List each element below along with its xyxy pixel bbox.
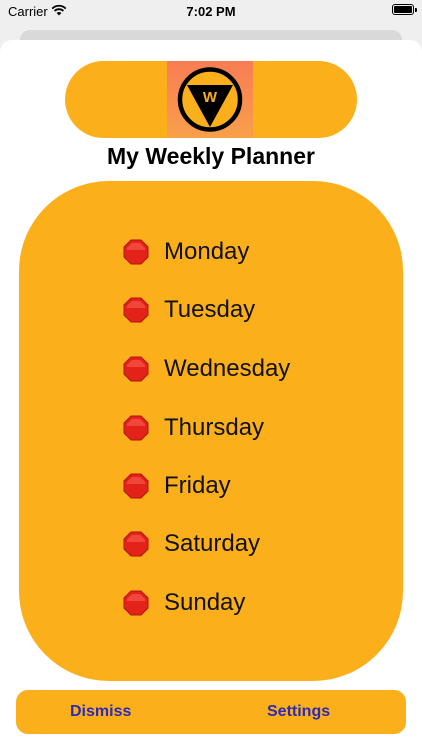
stop-sign-icon xyxy=(123,297,149,323)
stop-sign-icon xyxy=(123,415,149,441)
day-item-monday[interactable]: Monday xyxy=(123,235,249,269)
logo-letter: W xyxy=(203,89,218,106)
day-label: Tuesday xyxy=(164,296,256,323)
stop-sign-icon xyxy=(123,590,149,616)
day-label: Wednesday xyxy=(164,355,291,382)
stop-sign-icon xyxy=(123,239,149,265)
day-label: Sunday xyxy=(164,589,246,616)
page-title: My Weekly Planner xyxy=(107,143,315,169)
day-item-sunday[interactable]: Sunday xyxy=(123,586,245,620)
day-item-tuesday[interactable]: Tuesday xyxy=(123,293,255,327)
pennant-w-logo-icon: W xyxy=(177,67,243,132)
stop-sign-icon xyxy=(123,356,149,382)
day-item-thursday[interactable]: Thursday xyxy=(123,411,264,445)
status-time: 7:02 PM xyxy=(186,4,236,19)
stop-sign-icon xyxy=(123,531,149,557)
day-item-wednesday[interactable]: Wednesday xyxy=(123,352,290,386)
day-label: Thursday xyxy=(164,414,265,441)
stop-sign-icon xyxy=(123,473,149,499)
day-item-saturday[interactable]: Saturday xyxy=(123,527,260,561)
day-label: Friday xyxy=(164,472,231,499)
settings-button[interactable]: Settings xyxy=(267,690,330,734)
app-screen: Carrier 7:02 PM W My Weekly Planner Mond… xyxy=(0,0,422,750)
day-label: Monday xyxy=(164,238,250,265)
battery-icon xyxy=(392,4,417,15)
status-bar: Carrier 7:02 PM xyxy=(0,0,422,24)
day-label: Saturday xyxy=(164,530,261,557)
dismiss-button[interactable]: Dismiss xyxy=(70,690,131,734)
day-item-friday[interactable]: Friday xyxy=(123,469,231,503)
